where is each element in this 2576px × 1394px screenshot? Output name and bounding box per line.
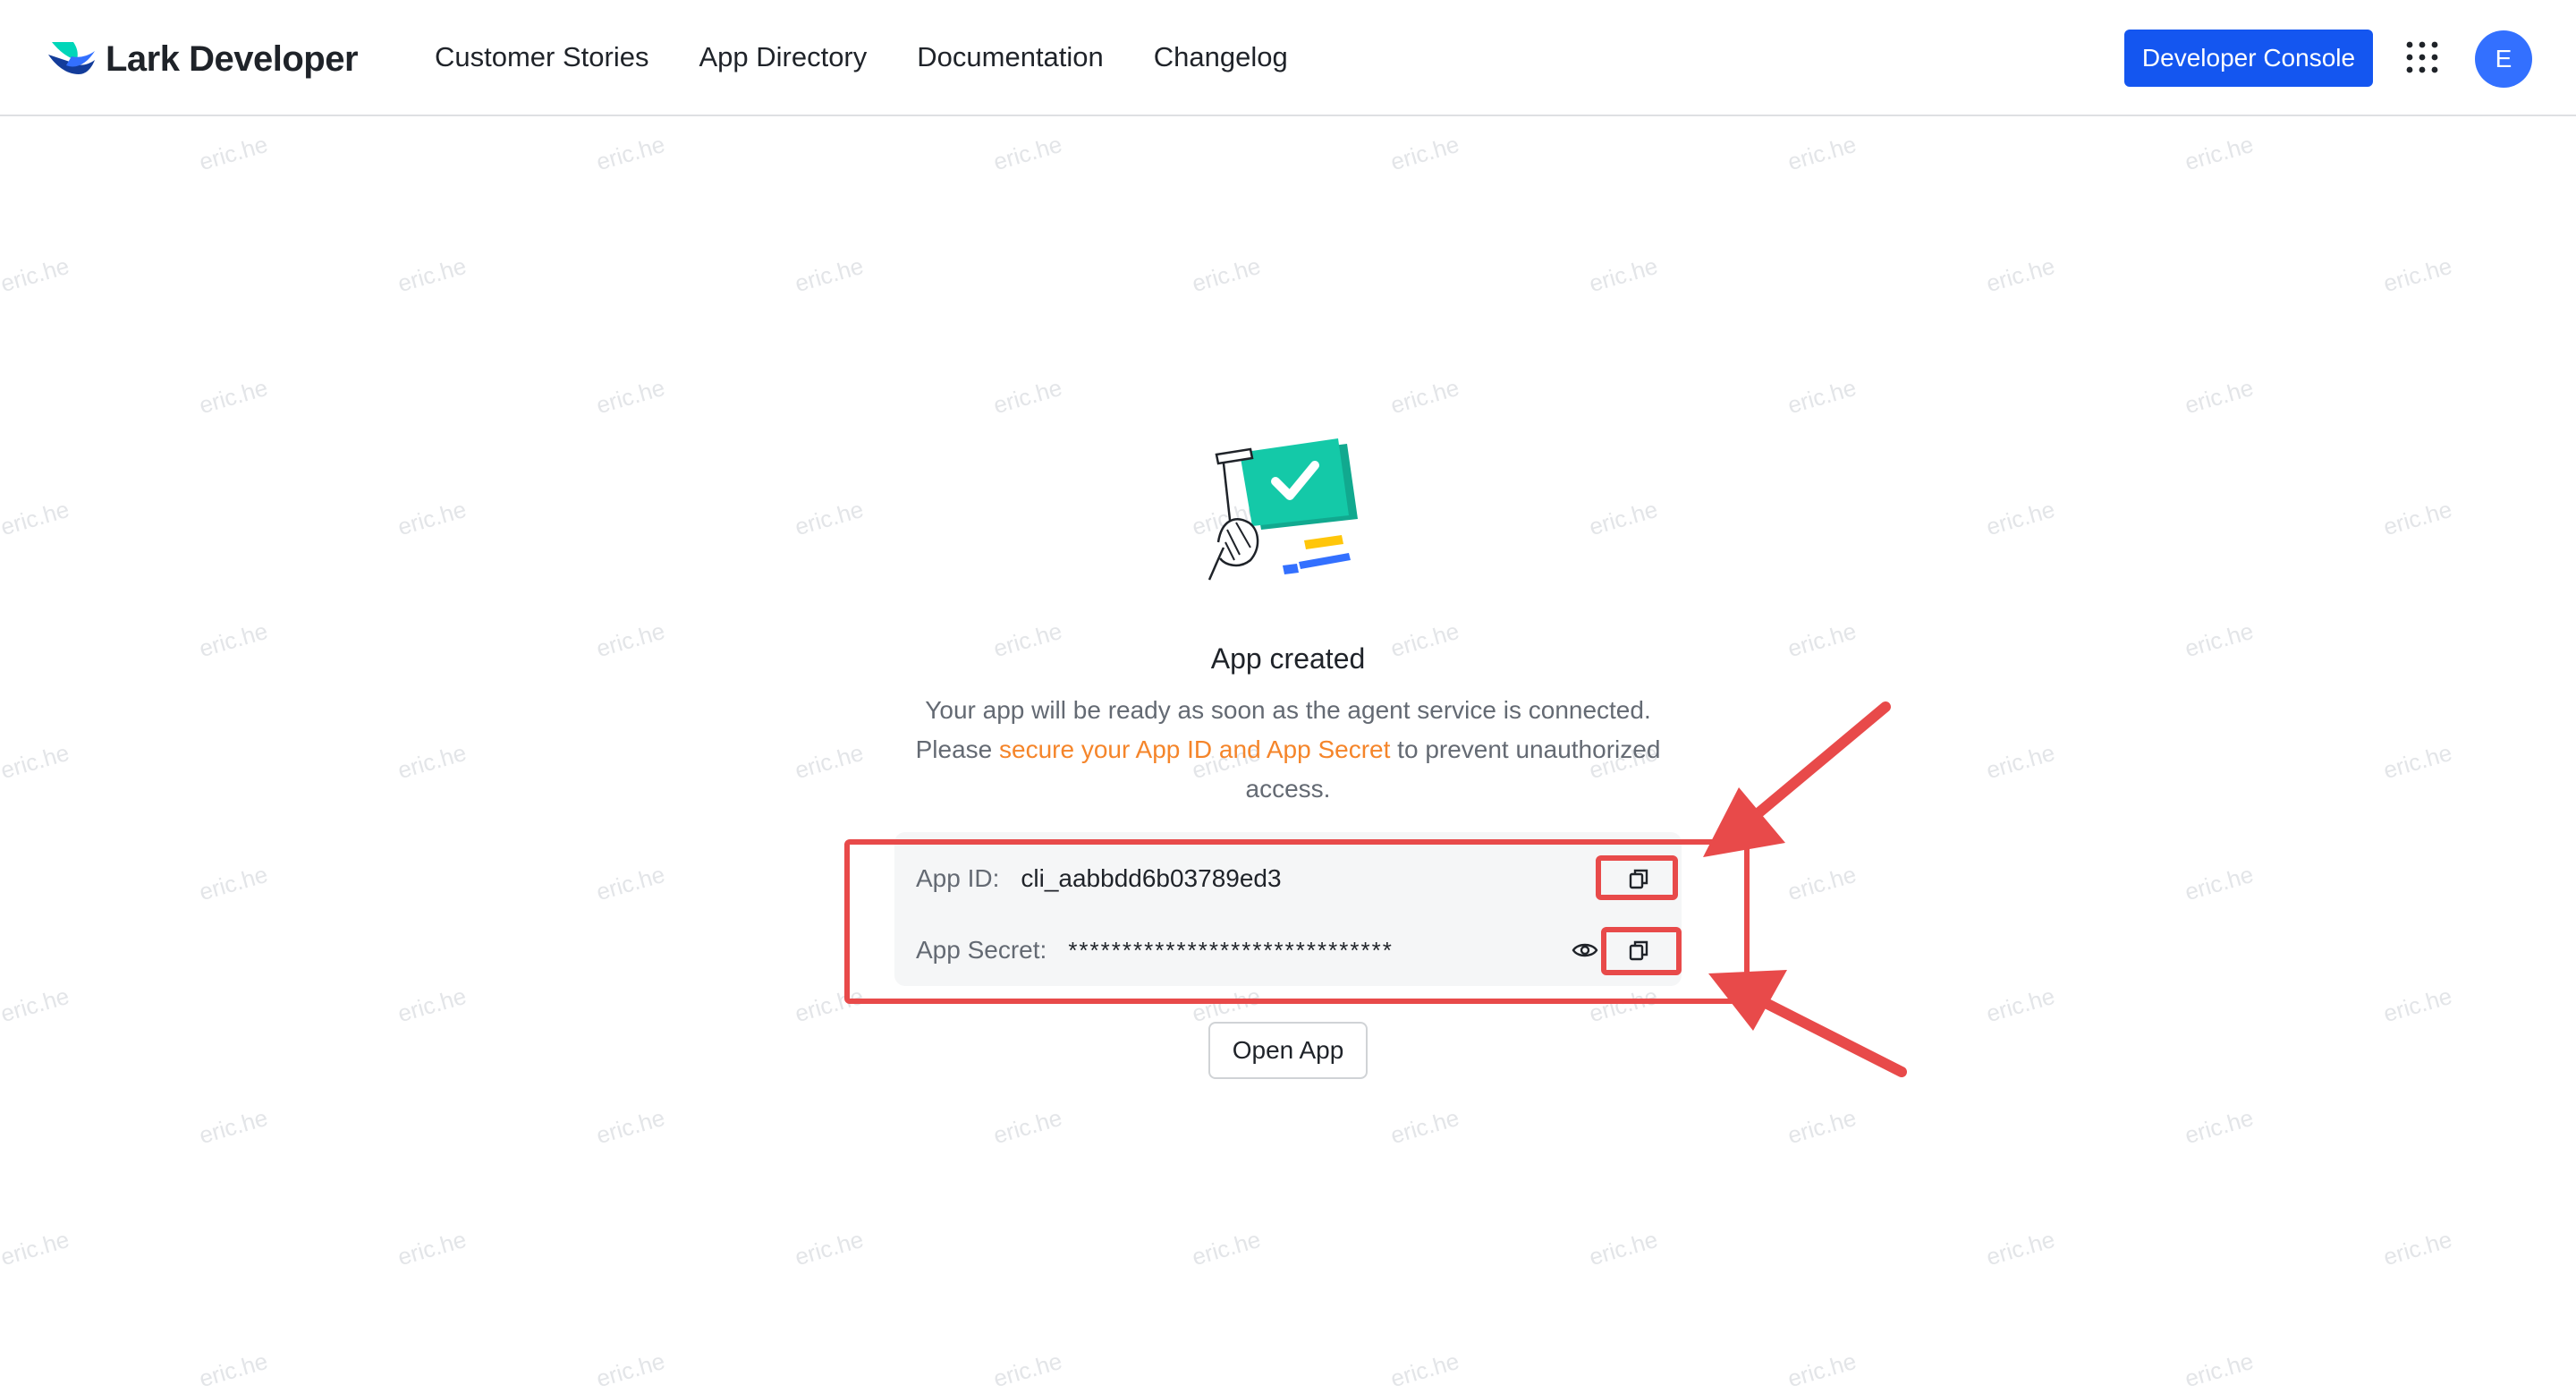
- main-content: App created Your app will be ready as so…: [0, 116, 2576, 1394]
- page-description: Your app will be ready as soon as the ag…: [894, 691, 1682, 809]
- secure-credentials-link[interactable]: secure your App ID and App Secret: [999, 735, 1390, 763]
- nav-customer-stories[interactable]: Customer Stories: [435, 41, 648, 73]
- apps-grid-icon[interactable]: [2404, 39, 2440, 75]
- page-title: App created: [1210, 642, 1366, 675]
- developer-console-button[interactable]: Developer Console: [2124, 30, 2373, 87]
- lark-logo-icon: [48, 42, 95, 74]
- app-created-illustration: [1208, 438, 1358, 581]
- open-app-button[interactable]: Open App: [1208, 1022, 1368, 1079]
- top-navigation-bar: Lark Developer Customer Stories App Dire…: [0, 0, 2576, 116]
- copy-app-id-highlight: [1596, 855, 1678, 900]
- description-prefix: Please: [915, 735, 1000, 763]
- nav-documentation[interactable]: Documentation: [917, 41, 1104, 73]
- lark-developer-logo[interactable]: Lark Developer: [47, 36, 359, 82]
- logo-text: Lark Developer: [106, 38, 359, 79]
- user-avatar[interactable]: E: [2475, 30, 2532, 88]
- nav-changelog[interactable]: Changelog: [1154, 41, 1288, 73]
- description-line-1: Your app will be ready as soon as the ag…: [925, 696, 1651, 724]
- nav-app-directory[interactable]: App Directory: [699, 41, 867, 73]
- copy-secret-highlight: [1601, 927, 1682, 975]
- main-nav: Customer Stories App Directory Documenta…: [435, 0, 1338, 115]
